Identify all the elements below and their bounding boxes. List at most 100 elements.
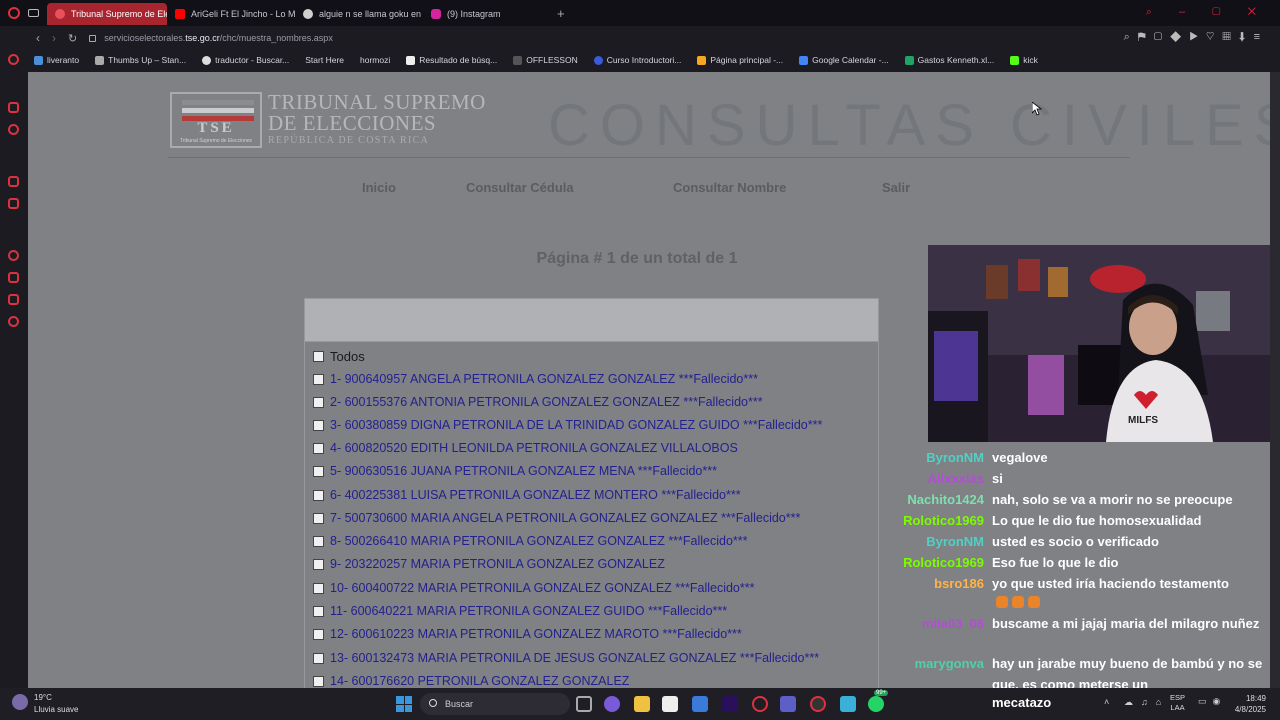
row-checkbox[interactable] (313, 605, 324, 617)
weather-desc[interactable]: Lluvia suave (34, 705, 78, 714)
nav-consultar-cedula[interactable]: Consultar Cédula (466, 180, 574, 195)
list-item[interactable]: 2- 600155376 ANTONIA PETRONILA GONZALEZ … (313, 392, 763, 412)
tray-icons[interactable]: ☁♫⌂ (1124, 697, 1169, 708)
sidebar-refresh-icon[interactable] (8, 54, 19, 65)
browser-logo-icon[interactable] (8, 7, 20, 19)
sidebar-vpn-icon[interactable] (8, 102, 19, 113)
bookmark-favicon-icon (95, 55, 105, 65)
row-checkbox[interactable] (313, 442, 324, 454)
nav-inicio[interactable]: Inicio (362, 180, 396, 195)
tse-logo: TSE Tribunal Supremo de Elecciones (170, 92, 262, 148)
row-checkbox[interactable] (313, 489, 324, 501)
forward-icon[interactable]: › (52, 31, 56, 45)
list-item[interactable]: 4- 600820520 EDITH LEONILDA PETRONILA GO… (313, 438, 738, 458)
row-checkbox[interactable] (313, 373, 324, 385)
tab-tse[interactable]: Tribunal Supremo de Elec (47, 3, 167, 25)
cat-emote-icon (1028, 596, 1040, 608)
select-all-row[interactable]: Todos (313, 346, 365, 366)
nav-salir[interactable]: Salir (882, 180, 910, 195)
tab-instagram[interactable]: (9) Instagram (423, 3, 551, 25)
list-item[interactable]: 14- 600176620 PETRONILA GONZALEZ GONZALE… (313, 671, 629, 688)
sidebar-settings-icon[interactable] (8, 316, 19, 327)
bookmark-10[interactable]: Google Calendar -... (799, 55, 889, 65)
tab-overview-icon[interactable] (28, 9, 39, 17)
bookmark-4[interactable]: Start Here (305, 55, 344, 65)
list-item[interactable]: 1- 900640957 ANGELA PETRONILA GONZALEZ G… (313, 369, 758, 389)
new-tab-button[interactable]: + (557, 6, 565, 21)
teams-icon[interactable] (780, 696, 796, 712)
tab-bar: Tribunal Supremo de Elec AriGeli Ft El J… (0, 0, 1280, 26)
copilot-icon[interactable] (604, 696, 620, 712)
toolbar-icons[interactable]: ⌕⚑▢◆▶♡▦⬇≡ (1124, 31, 1268, 44)
list-item[interactable]: 3- 600380859 DIGNA PETRONILA DE LA TRINI… (313, 415, 822, 435)
file-explorer-icon[interactable] (634, 696, 650, 712)
list-item[interactable]: 10- 600400722 MARIA PETRONILA GONZALEZ G… (313, 578, 754, 598)
notepad-icon[interactable] (840, 696, 856, 712)
row-checkbox[interactable] (313, 628, 324, 640)
row-checkbox[interactable] (313, 582, 324, 594)
taskbar-search[interactable]: Buscar (420, 693, 570, 715)
results-list: Todos 1- 900640957 ANGELA PETRONILA GONZ… (304, 342, 879, 688)
tab-youtube[interactable]: AriGeli Ft El Jincho - Lo M (167, 3, 295, 25)
bookmark-8[interactable]: Curso Introductori... (593, 55, 681, 65)
list-item[interactable]: 9- 203220257 MARIA PETRONILA GONZALEZ GO… (313, 554, 665, 574)
bookmarks-bar: liveranto Thumbs Up – Stan... traductor … (28, 50, 1280, 70)
tab-google[interactable]: alguie n se llama goku en (295, 3, 423, 25)
weather-icon[interactable] (12, 694, 28, 710)
row-checkbox[interactable] (313, 396, 324, 408)
weather-temp[interactable]: 19°C (34, 693, 52, 702)
list-item[interactable]: 6- 400225381 LUISA PETRONILA GONZALEZ MO… (313, 485, 741, 505)
bookmark-3[interactable]: traductor - Buscar... (202, 55, 289, 65)
row-checkbox[interactable] (313, 535, 324, 547)
language-indicator[interactable]: ESP LAA (1170, 693, 1185, 713)
sidebar-twitch-icon[interactable] (8, 176, 19, 187)
sidebar-download-icon[interactable] (8, 272, 19, 283)
bookmark-11[interactable]: Gastos Kenneth.xl... (904, 55, 994, 65)
list-item[interactable]: 11- 600640221 MARIA PETRONILA GONZALEZ G… (313, 601, 727, 621)
windows-start-icon[interactable] (396, 696, 412, 712)
clock[interactable]: 18:49 4/8/2025 (1228, 693, 1266, 715)
bookmark-9[interactable]: Página principal -... (697, 55, 783, 65)
browser-sidebar (0, 50, 28, 688)
bookmark-5[interactable]: hormozi (360, 55, 390, 65)
select-all-checkbox[interactable] (313, 350, 324, 362)
sidebar-gear-icon[interactable] (8, 124, 19, 135)
webcam-overlay: MILFS (928, 245, 1270, 442)
opera-icon[interactable] (752, 696, 768, 712)
bookmark-favicon-icon (34, 55, 43, 65)
row-checkbox[interactable] (313, 652, 324, 664)
url-field[interactable]: servicioselectorales.tse.go.cr/chc/muest… (104, 33, 333, 43)
bookmark-7[interactable]: OFFLESSON (513, 55, 578, 65)
list-item[interactable]: 5- 900630516 JUANA PETRONILA GONZALEZ ME… (313, 461, 717, 481)
premiere-icon[interactable] (722, 696, 738, 712)
sidebar-extension-icon[interactable] (8, 294, 19, 305)
list-item[interactable]: 12- 600610223 MARIA PETRONILA GONZALEZ M… (313, 624, 742, 644)
tray-chevron-icon[interactable]: ˄ (1104, 697, 1109, 707)
reload-icon[interactable]: ↻ (68, 32, 77, 45)
list-item[interactable]: 13- 600132473 MARIA PETRONILA DE JESUS G… (313, 648, 819, 668)
bookmark-6[interactable]: Resultado de búsq... (406, 55, 497, 65)
row-checkbox[interactable] (313, 512, 324, 524)
notion-icon[interactable] (662, 696, 678, 712)
row-checkbox[interactable] (313, 675, 324, 687)
stream-chat: ByronNM vegalove Alixxxlas si Nachito1424 n… (903, 450, 1263, 692)
bookmark-2[interactable]: Thumbs Up – Stan... (95, 55, 186, 65)
row-checkbox[interactable] (313, 558, 324, 570)
bookmark-12[interactable]: kick (1010, 55, 1038, 65)
bookmark-1[interactable]: liveranto (34, 55, 79, 65)
tray-system-icons[interactable]: ▭◉ (1198, 696, 1226, 707)
whatsapp-icon[interactable] (868, 696, 884, 712)
sidebar-telegram-icon[interactable] (8, 198, 19, 209)
row-checkbox[interactable] (313, 419, 324, 431)
list-item[interactable]: 8- 500266410 MARIA PETRONILA GONZALEZ GO… (313, 531, 748, 551)
kick-icon (1010, 55, 1020, 65)
sidebar-clock-icon[interactable] (8, 250, 19, 261)
todo-icon[interactable] (692, 696, 708, 712)
window-controls[interactable]: ⌕ – ▢ ✕ (1146, 6, 1268, 19)
task-view-icon[interactable] (576, 696, 592, 712)
nav-consultar-nombre[interactable]: Consultar Nombre (673, 180, 786, 195)
opera-gx-icon[interactable] (810, 696, 826, 712)
row-checkbox[interactable] (313, 465, 324, 477)
back-icon[interactable]: ‹ (36, 31, 40, 45)
list-item[interactable]: 7- 500730600 MARIA ANGELA PETRONILA GONZ… (313, 508, 800, 528)
